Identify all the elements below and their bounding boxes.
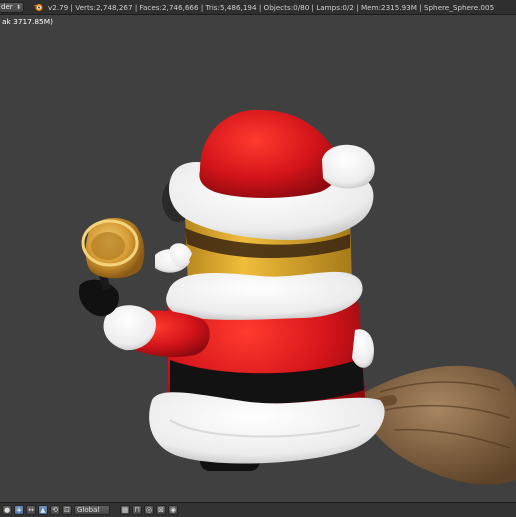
orientation-select[interactable]: Global bbox=[74, 505, 110, 515]
snap-icon[interactable]: ⊓ bbox=[132, 505, 142, 515]
lock-icon[interactable]: ⊠ bbox=[156, 505, 166, 515]
3d-viewport[interactable]: ak 3717.85M) bbox=[0, 15, 516, 502]
viewport-shading-icon[interactable]: ● bbox=[2, 505, 12, 515]
pivot-icon[interactable]: ◈ bbox=[14, 505, 24, 515]
collar-fur bbox=[166, 271, 363, 320]
santa-hat bbox=[199, 109, 340, 198]
scene-stats: v2.79 | Verts:2,748,267 | Faces:2,746,66… bbox=[48, 2, 495, 12]
orientation-label: Global bbox=[77, 506, 100, 514]
chevron-down-icon: ⬍ bbox=[15, 3, 21, 11]
glove bbox=[78, 279, 119, 317]
render-engine-label: der bbox=[1, 3, 13, 11]
hat-pompom bbox=[322, 144, 375, 189]
bell bbox=[81, 217, 145, 279]
scale-icon[interactable]: ⊡ bbox=[62, 505, 72, 515]
header-bar: der ⬍ v2.79 | Verts:2,748,267 | Faces:2,… bbox=[0, 0, 516, 15]
proportional-icon[interactable]: ◎ bbox=[144, 505, 154, 515]
viewport-footer: ● ◈ ↔ ▲ ⟲ ⊡ Global ▦ ⊓ ◎ ⊠ ◉ bbox=[0, 502, 516, 517]
render-engine-dropdown[interactable]: der ⬍ bbox=[0, 1, 24, 13]
scene-render bbox=[78, 109, 516, 485]
translate-icon[interactable]: ▲ bbox=[38, 505, 48, 515]
layer-icon[interactable]: ▦ bbox=[120, 505, 130, 515]
rotate-icon[interactable]: ⟲ bbox=[50, 505, 60, 515]
render-icon[interactable]: ◉ bbox=[168, 505, 178, 515]
blender-logo-icon bbox=[33, 3, 43, 12]
manipulator-icon[interactable]: ↔ bbox=[26, 505, 36, 515]
